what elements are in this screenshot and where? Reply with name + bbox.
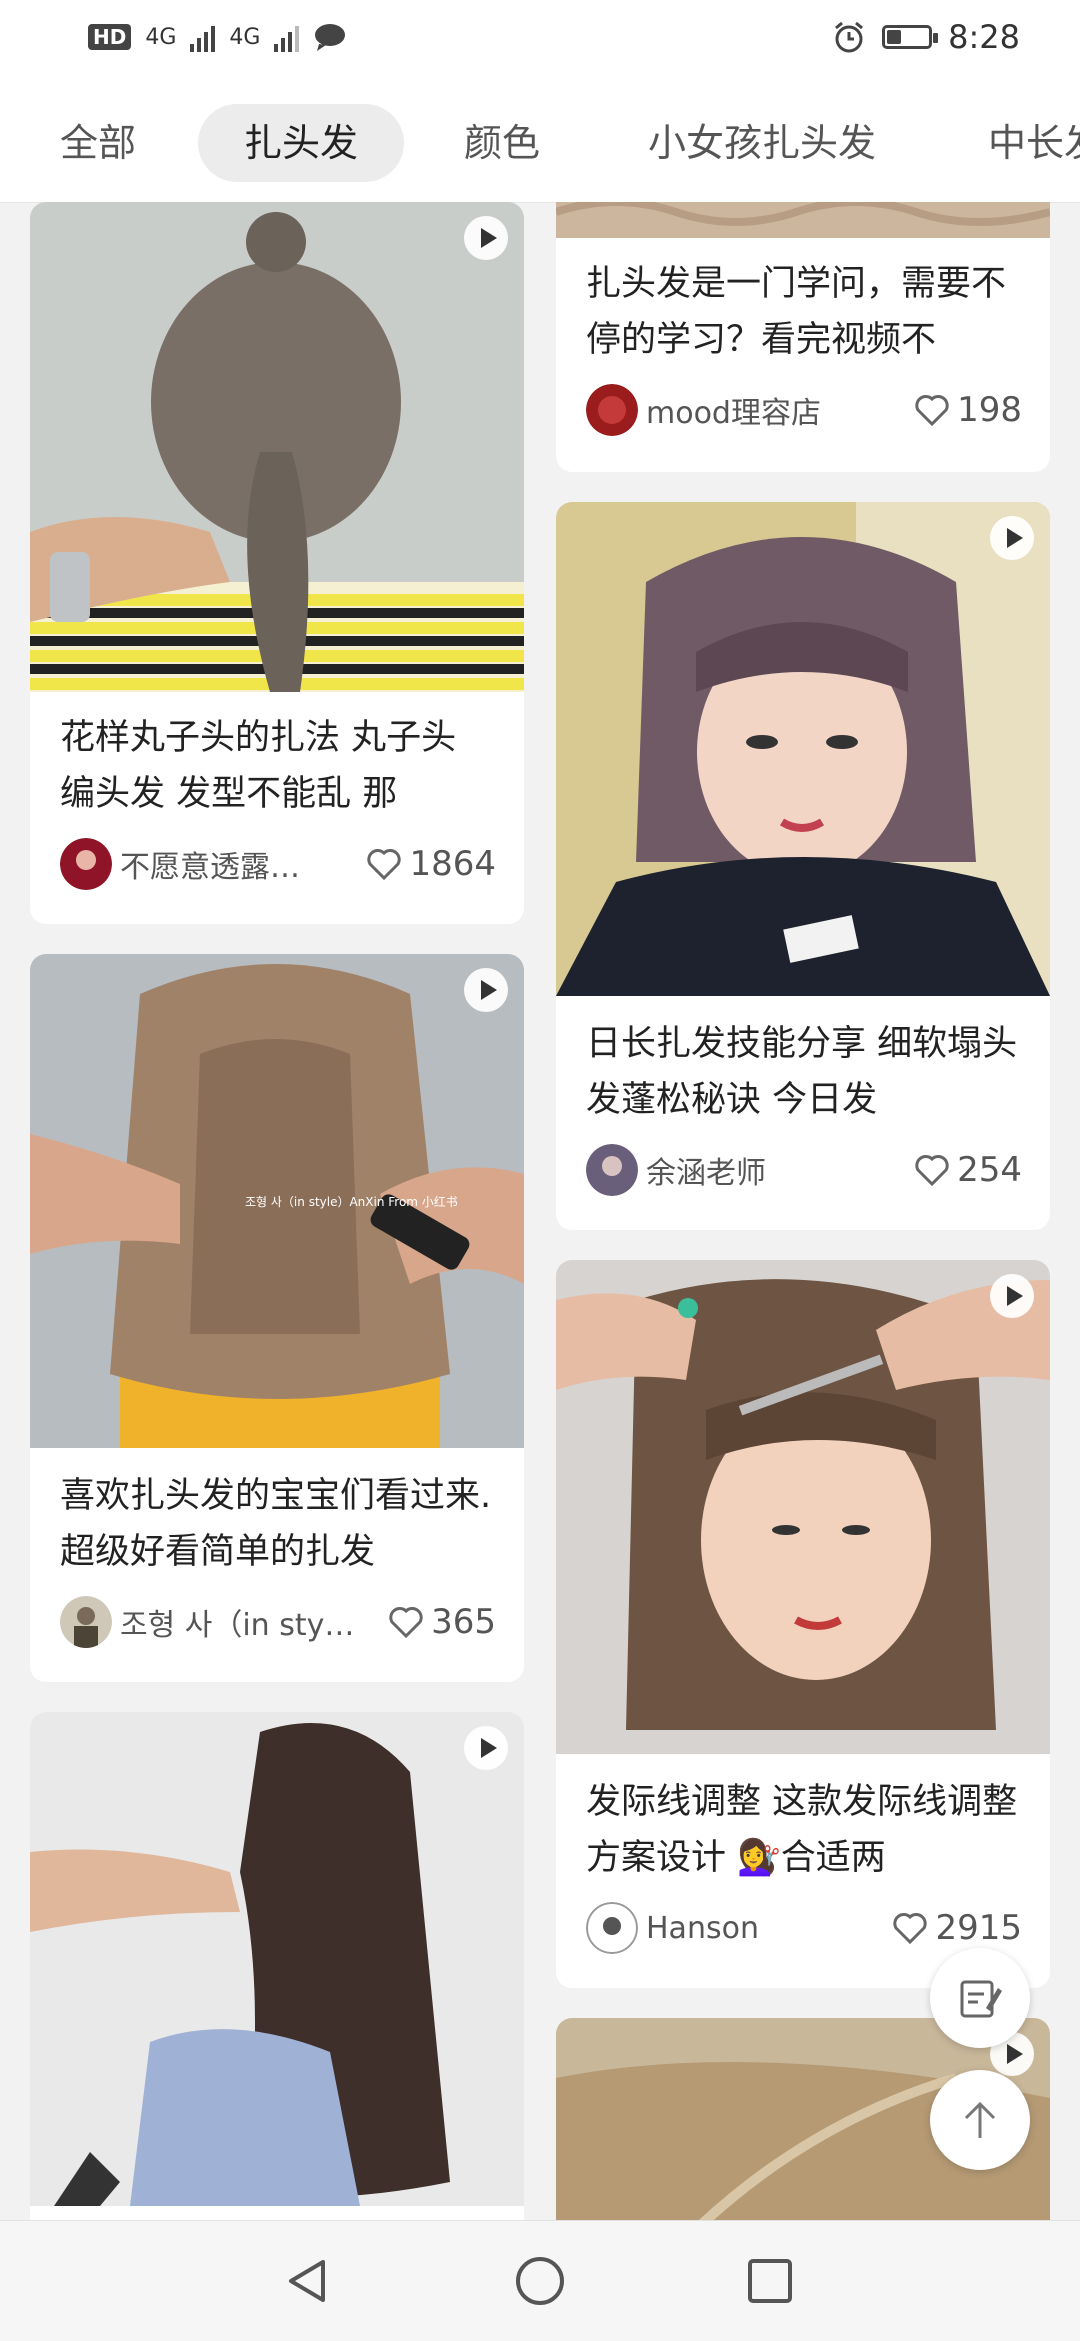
battery-level <box>887 30 902 44</box>
heart-icon <box>891 1911 929 1945</box>
avatar[interactable] <box>60 1596 112 1648</box>
nav-back-button[interactable] <box>278 2251 338 2311</box>
feed-card[interactable]: 조형 사（in style）AnXin From 小红书 喜欢扎头发的宝宝们看过… <box>30 954 524 1682</box>
signal-icon <box>274 22 300 52</box>
card-title: 花样丸子头的扎法 丸子头 编头发 发型不能乱 那 <box>60 718 457 814</box>
card-title: 扎头发是一门学问，需要不停的学习？看完视频不 <box>586 264 1007 360</box>
image-watermark: 조형 사（in style）AnXin From 小红书 <box>245 1194 458 1209</box>
video-play-icon <box>990 516 1034 560</box>
heart-icon <box>913 1153 951 1187</box>
avatar[interactable] <box>60 838 112 890</box>
tab-all[interactable]: 全部 <box>60 104 136 182</box>
recents-icon <box>748 2259 792 2303</box>
back-icon <box>289 2260 325 2302</box>
video-play-icon <box>464 216 508 260</box>
card-image <box>556 1260 1050 1754</box>
card-image: 조형 사（in style）AnXin From 小红书 <box>30 954 524 1448</box>
alarm-icon <box>835 21 864 53</box>
system-nav-bar <box>0 2220 1080 2341</box>
battery-icon <box>882 25 939 49</box>
card-image <box>30 202 524 692</box>
tab-tie-hair[interactable]: 扎头发 <box>198 104 405 182</box>
like-button[interactable]: 365 <box>387 1602 496 1642</box>
feed-card[interactable]: 花样丸子头的扎法 丸子头 编头发 发型不能乱 那 不愿意透露… 1864 <box>30 202 524 924</box>
sim2-label: 4G <box>229 24 261 50</box>
like-count: 365 <box>431 1602 496 1642</box>
video-play-icon <box>464 968 508 1012</box>
feed-card[interactable] <box>30 1712 524 2220</box>
sim1-label: 4G <box>145 24 177 50</box>
like-button[interactable]: 2915 <box>891 1908 1022 1948</box>
card-meta: 조형 사（in sty… 365 <box>60 1594 496 1650</box>
card-meta: mood理容店 198 <box>586 382 1022 438</box>
hd-badge: HD <box>88 24 132 50</box>
card-title: 日长扎发技能分享 细软塌头发蓬松秘诀 今日发 <box>586 1024 1018 1120</box>
card-title: 喜欢扎头发的宝宝们看过来.超级好看简单的扎发 <box>60 1476 492 1572</box>
signal-icon <box>190 22 216 52</box>
card-meta: 不愿意透露… 1864 <box>60 836 496 892</box>
like-button[interactable]: 198 <box>913 390 1022 430</box>
card-meta: Hanson 2915 <box>586 1900 1022 1956</box>
like-count: 254 <box>957 1150 1022 1190</box>
tab-color[interactable]: 颜色 <box>464 104 540 182</box>
avatar[interactable] <box>586 1144 638 1196</box>
author-name[interactable]: 不愿意透露… <box>120 842 353 886</box>
nav-recents-button[interactable] <box>740 2251 800 2311</box>
card-image <box>556 502 1050 996</box>
card-title: 发际线调整 这款发际线调整方案设计 💇‍♀️合适两 <box>586 1782 1018 1878</box>
like-count: 1864 <box>409 844 496 884</box>
heart-icon <box>365 847 403 881</box>
feed: 花样丸子头的扎法 丸子头 编头发 发型不能乱 那 不愿意透露… 1864 조형 … <box>0 202 1080 2220</box>
like-count: 198 <box>957 390 1022 430</box>
like-button[interactable]: 254 <box>913 1150 1022 1190</box>
tab-medium-long[interactable]: 中长发 <box>988 104 1080 182</box>
avatar[interactable] <box>586 1902 638 1954</box>
status-left: HD 4G 4G <box>88 22 347 52</box>
like-button[interactable]: 1864 <box>365 844 496 884</box>
heart-icon <box>913 393 951 427</box>
feed-card[interactable]: 扎头发是一门学问，需要不停的学习？看完视频不 mood理容店 198 <box>556 202 1050 472</box>
author-name[interactable]: 조형 사（in sty… <box>120 1600 375 1644</box>
feed-card[interactable]: 发际线调整 这款发际线调整方案设计 💇‍♀️合适两 Hanson 2915 <box>556 1260 1050 1988</box>
edit-note-button[interactable] <box>930 1948 1030 2048</box>
like-count: 2915 <box>935 1908 1022 1948</box>
video-play-icon <box>990 1274 1034 1318</box>
heart-icon <box>387 1605 425 1639</box>
clock: 8:28 <box>948 18 1020 56</box>
author-name[interactable]: mood理容店 <box>646 388 901 432</box>
nav-home-button[interactable] <box>510 2251 570 2311</box>
author-name[interactable]: Hanson <box>646 1911 879 1946</box>
status-right: 8:28 <box>832 18 1020 56</box>
tab-little-girl[interactable]: 小女孩扎头发 <box>648 104 876 182</box>
feed-card[interactable]: 日长扎发技能分享 细软塌头发蓬松秘诀 今日发 余涵老师 254 <box>556 502 1050 1230</box>
home-icon <box>516 2257 564 2305</box>
card-image <box>30 1712 524 2206</box>
message-icon <box>315 24 346 51</box>
scroll-top-button[interactable] <box>930 2070 1030 2170</box>
card-image <box>556 202 1050 238</box>
status-bar: HD 4G 4G 8:28 <box>0 0 1080 82</box>
category-tabs: 全部 扎头发 颜色 小女孩扎头发 中长发 <box>0 82 1080 203</box>
avatar[interactable] <box>586 384 638 436</box>
card-meta: 余涵老师 254 <box>586 1142 1022 1198</box>
edit-note-icon <box>960 1980 1002 2018</box>
video-play-icon <box>464 1726 508 1770</box>
arrow-up-icon <box>964 2101 996 2138</box>
author-name[interactable]: 余涵老师 <box>646 1148 901 1192</box>
